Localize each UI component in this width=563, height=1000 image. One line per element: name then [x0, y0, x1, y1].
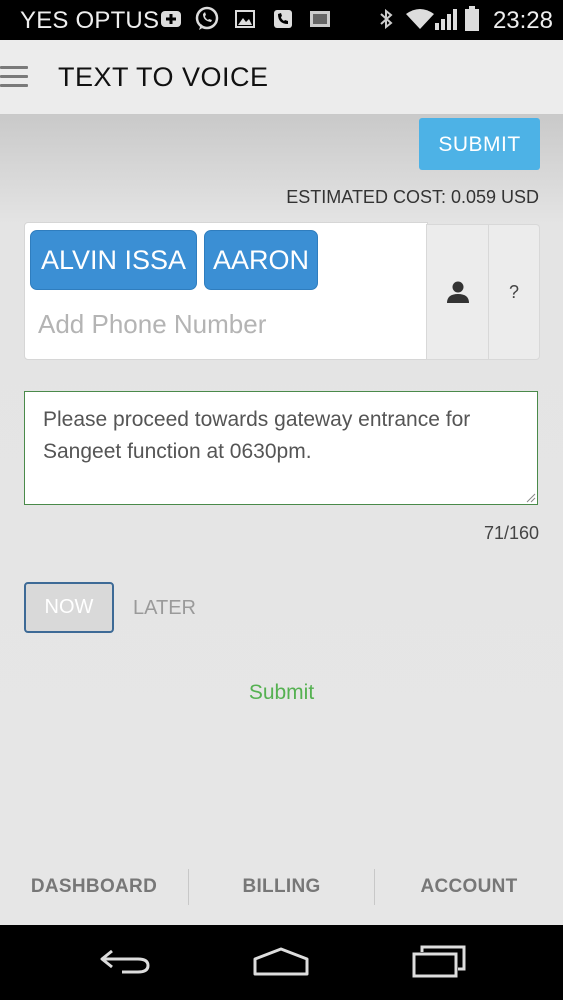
recipients-field[interactable]: ALVIN ISSA AARON Add Phone Number: [24, 222, 428, 360]
bluetooth-icon: [380, 8, 393, 30]
battery-icon: [465, 6, 479, 31]
message-text: Please proceed towards gateway entrance …: [43, 408, 471, 463]
recipient-chip-aaron[interactable]: AARON: [204, 230, 318, 290]
help-button[interactable]: ?: [488, 224, 540, 360]
character-counter: 71/160: [483, 523, 539, 543]
add-phone-number-input[interactable]: Add Phone Number: [38, 309, 266, 340]
submit-link: Submit: [0, 681, 563, 705]
app-bar: TEXT TO VOICE: [0, 40, 563, 114]
schedule-now-button[interactable]: NOW: [24, 582, 114, 633]
help-question-mark: ?: [508, 282, 519, 302]
bottom-nav: DASHBOARD BILLING ACCOUNT: [0, 854, 563, 925]
wifi-icon: [406, 9, 434, 29]
image-icon: [235, 10, 255, 28]
signal-icon: [435, 9, 457, 30]
back-icon[interactable]: [96, 943, 154, 979]
submit-button-top[interactable]: SUBMIT: [419, 118, 540, 170]
nav-account[interactable]: ACCOUNT: [375, 854, 563, 925]
resize-handle-icon[interactable]: [526, 493, 536, 503]
carrier-name: YES OPTUS: [20, 7, 160, 34]
add-box-icon: [161, 11, 181, 27]
page-title: TEXT TO VOICE: [58, 62, 269, 92]
submit-link-label[interactable]: Submit: [249, 681, 314, 704]
whatsapp-icon: [195, 6, 219, 30]
estimated-cost: ESTIMATED COST: 0.059 USD: [286, 187, 539, 207]
recent-apps-icon[interactable]: [410, 943, 468, 979]
recipient-chip-alvin-issa[interactable]: ALVIN ISSA: [30, 230, 197, 290]
system-nav-bar: [0, 925, 563, 1000]
message-textarea[interactable]: Please proceed towards gateway entrance …: [24, 391, 538, 505]
person-icon: [447, 281, 469, 303]
contacts-button[interactable]: [426, 224, 490, 360]
schedule-later-button[interactable]: LATER: [133, 597, 196, 620]
media-icon: [310, 11, 330, 27]
voip-call-icon: [274, 10, 292, 28]
status-time: 23:28: [492, 7, 553, 34]
nav-billing[interactable]: BILLING: [189, 854, 374, 925]
hamburger-menu-icon[interactable]: [0, 66, 28, 88]
status-bar: YES OPTUS 23:28: [0, 0, 563, 40]
home-icon[interactable]: [250, 943, 312, 979]
nav-dashboard[interactable]: DASHBOARD: [0, 854, 188, 925]
